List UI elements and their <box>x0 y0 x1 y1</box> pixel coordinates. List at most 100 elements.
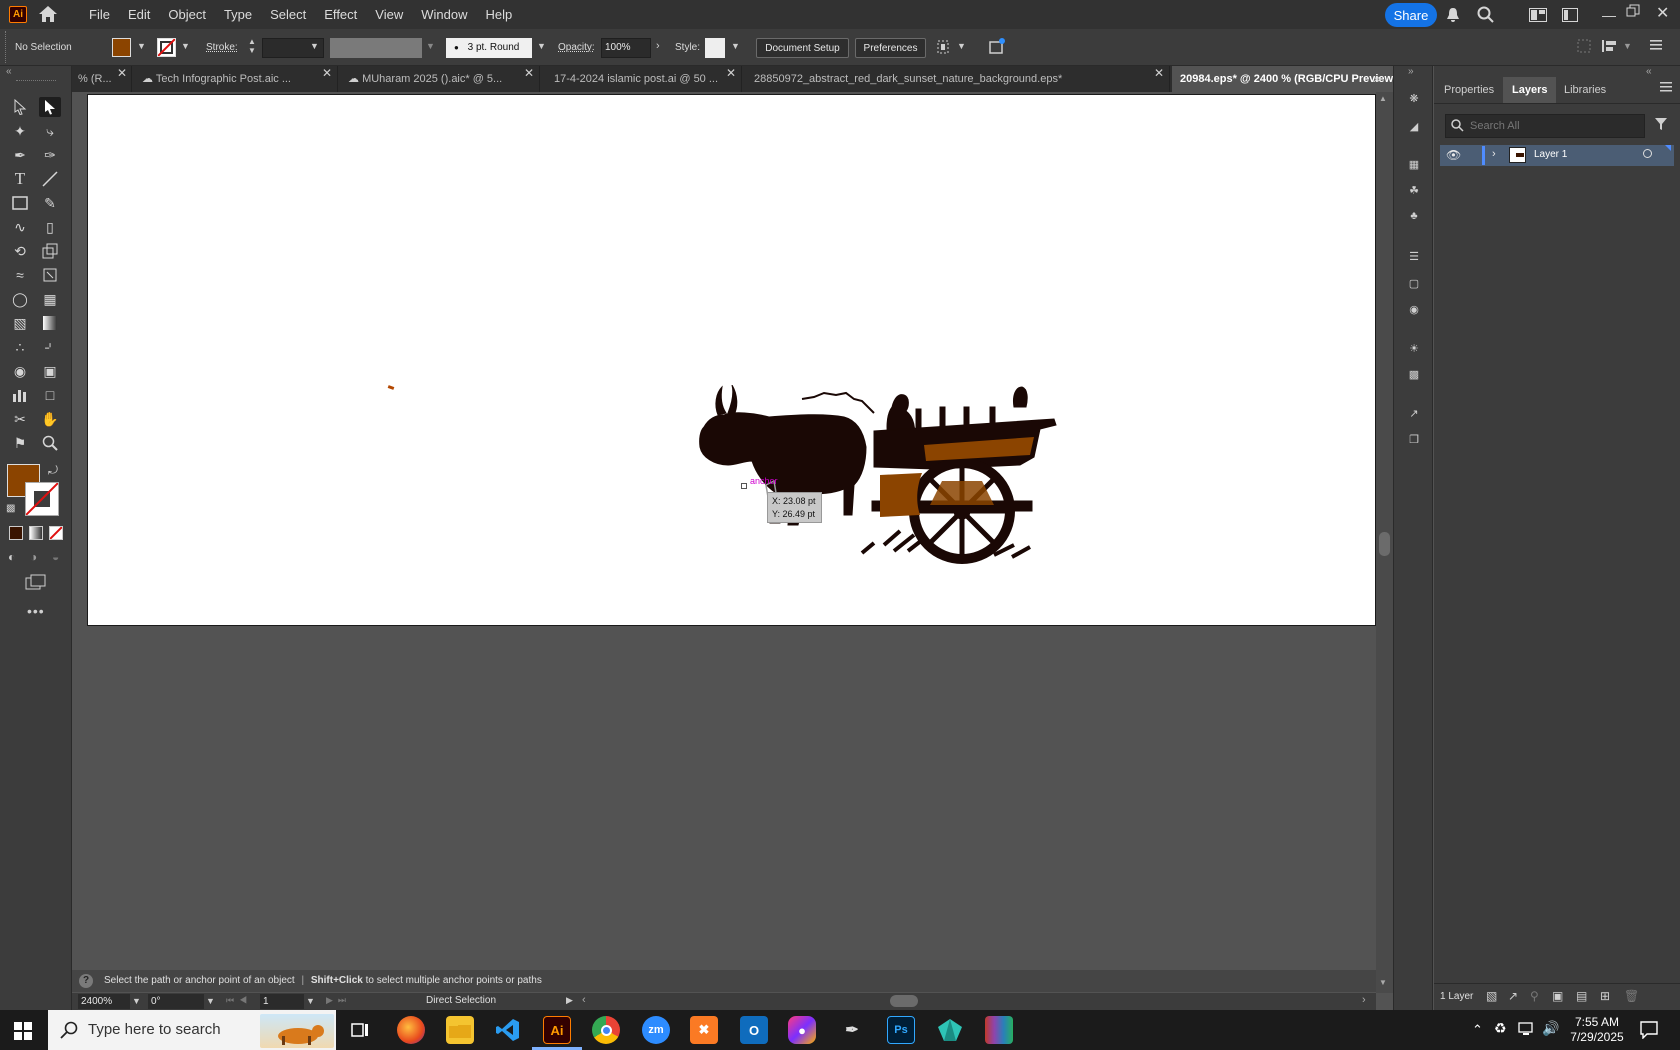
tab-libraries[interactable]: Libraries <box>1555 77 1615 103</box>
arrange-chevron-icon[interactable]: ▼ <box>1623 41 1632 51</box>
visibility-eye-icon[interactable]: 👁 <box>1446 148 1461 162</box>
firefox-app-icon[interactable] <box>397 1016 425 1044</box>
arrange-icon[interactable] <box>1601 38 1619 54</box>
gem-app-icon[interactable] <box>936 1016 964 1044</box>
make-clipping-mask-icon[interactable]: ▣ <box>1552 989 1563 1003</box>
fill-dropdown-chevron-icon[interactable]: ▼ <box>137 41 146 51</box>
mesh-tool-icon[interactable]: ▧ <box>9 313 31 333</box>
clock[interactable]: 7:55 AM 7/29/2025 <box>1566 1015 1628 1045</box>
tab-close-icon[interactable]: ✕ <box>322 66 332 80</box>
chrome-app-icon[interactable] <box>592 1016 620 1044</box>
zoom-chevron-icon[interactable]: ▼ <box>132 996 141 1006</box>
menu-type[interactable]: Type <box>215 0 261 29</box>
document-tab[interactable]: 28850972_abstract_red_dark_sunset_nature… <box>744 66 1170 92</box>
collapse-toolbar-icon[interactable]: « <box>6 66 12 77</box>
locate-object-icon[interactable]: ⚲ <box>1530 989 1539 1003</box>
control-panel-menu-icon[interactable] <box>1649 38 1663 52</box>
task-view-icon[interactable] <box>351 1021 369 1039</box>
selection-tool-icon[interactable] <box>9 97 31 117</box>
stroke-dropdown-chevron-icon[interactable]: ▼ <box>181 41 190 51</box>
stroke-panel-icon[interactable]: ☰ <box>1404 246 1424 266</box>
artboard-chevron-icon[interactable]: ▼ <box>306 996 315 1006</box>
arrange-documents-icon[interactable] <box>1562 8 1578 22</box>
brush-chevron-icon[interactable]: ▼ <box>537 41 546 51</box>
collect-for-export-icon[interactable]: ▧ <box>1486 989 1497 1003</box>
document-setup-button[interactable]: Document Setup <box>756 38 849 58</box>
share-button[interactable]: Share <box>1385 3 1437 27</box>
zoom-level-field[interactable]: 2400% <box>78 994 130 1009</box>
transform-icon[interactable] <box>1577 39 1591 53</box>
gradient-panel-icon[interactable]: ▢ <box>1404 273 1424 293</box>
menu-object[interactable]: Object <box>159 0 215 29</box>
eyedropper-tool-icon[interactable]: ⌏ <box>39 337 61 357</box>
hand-tool-icon[interactable]: ✋ <box>39 409 61 429</box>
delete-layer-icon[interactable]: 🗑 <box>1624 989 1639 1003</box>
scroll-right-icon[interactable]: › <box>1362 994 1366 1006</box>
color-guide-icon[interactable]: ◢ <box>1404 116 1424 136</box>
first-previous-artboard-icon[interactable]: ⏮◀ <box>226 995 252 1006</box>
variable-width-profile[interactable] <box>330 38 422 58</box>
creative-cloud-app-icon[interactable]: ● <box>788 1016 816 1044</box>
fill-swatch[interactable] <box>112 38 131 57</box>
brush-definition-field[interactable]: ● 3 pt. Round <box>446 38 532 58</box>
outlook-app-icon[interactable]: O <box>740 1016 768 1044</box>
zoom-app-icon[interactable]: zm <box>642 1016 670 1044</box>
xampp-app-icon[interactable]: ✖ <box>690 1016 718 1044</box>
artboard[interactable]: anchor X: 23.08 pt Y: 26.49 pt <box>87 94 1376 626</box>
gradient-mode-button[interactable] <box>29 526 43 540</box>
column-graph-tool-icon[interactable] <box>9 385 31 405</box>
menu-view[interactable]: View <box>366 0 412 29</box>
bell-icon[interactable] <box>1446 7 1460 23</box>
document-tab[interactable]: 17-4-2024 islamic post.ai @ 50 ... <box>542 66 742 92</box>
close-window-icon[interactable]: ✕ <box>1656 3 1669 23</box>
file-explorer-app-icon[interactable] <box>446 1016 474 1044</box>
color-mode-button[interactable] <box>9 526 23 540</box>
export-layer-icon[interactable]: ↗ <box>1508 989 1518 1003</box>
symbols-panel-icon[interactable]: ♣ <box>1404 206 1424 226</box>
photoshop-app-icon[interactable]: Ps <box>887 1016 915 1044</box>
stroke-color-swatch[interactable] <box>25 482 59 516</box>
filter-icon[interactable] <box>1654 117 1668 131</box>
home-icon[interactable] <box>37 5 59 23</box>
lasso-tool-icon[interactable]: ⤷ <box>39 121 61 141</box>
notification-center-icon[interactable] <box>1640 1021 1658 1039</box>
pen-tool-icon[interactable]: ✒ <box>9 145 31 165</box>
line-segment-tool-icon[interactable] <box>39 169 61 189</box>
document-tab-active[interactable]: 20984.eps* @ 2400 % (RGB/CPU Preview) <box>1172 66 1422 92</box>
shaper-tool-icon[interactable]: ∿ <box>9 217 31 237</box>
magic-wand-tool-icon[interactable]: ✦ <box>9 121 31 141</box>
pen-tool-app-icon[interactable]: ✒ <box>838 1016 866 1044</box>
show-hidden-icons-icon[interactable]: ⌃ <box>1472 1022 1483 1038</box>
anchor-point-handle[interactable] <box>741 483 747 489</box>
tab-properties[interactable]: Properties <box>1435 77 1503 103</box>
paintbrush-tool-icon[interactable]: ✎ <box>39 193 61 213</box>
next-last-artboard-icon[interactable]: ▶⏭ <box>326 995 351 1006</box>
vertical-scrollbar[interactable]: ▲ ▼ <box>1376 92 1393 993</box>
draw-normal-icon[interactable]: ◐ <box>8 550 15 564</box>
vertical-scroll-thumb[interactable] <box>1379 532 1390 556</box>
puppet-warp-tool-icon[interactable]: ⚑ <box>9 433 31 453</box>
scroll-left-icon[interactable]: ‹ <box>582 994 586 1006</box>
blend-tool-icon[interactable]: ∴ <box>9 337 31 357</box>
graphic-style-swatch[interactable] <box>705 38 725 58</box>
illustrator-app-icon[interactable]: Ai <box>543 1016 571 1044</box>
default-fill-stroke-icon[interactable]: ▩ <box>6 503 15 514</box>
type-tool-icon[interactable]: T <box>9 169 31 189</box>
stroke-weight-chevron-icon[interactable]: ▼ <box>310 41 319 51</box>
tab-close-icon[interactable]: ✕ <box>726 66 736 80</box>
opacity-field[interactable]: 100% <box>601 38 651 58</box>
minimize-icon[interactable]: — <box>1602 7 1616 23</box>
menu-edit[interactable]: Edit <box>119 0 159 29</box>
sync-status-icon[interactable]: ♻ <box>1494 1020 1507 1037</box>
appearance-panel-icon[interactable]: ☀ <box>1404 338 1424 358</box>
volume-icon[interactable]: 🔊 <box>1542 1020 1559 1037</box>
artboards-panel-icon[interactable]: ❐ <box>1404 429 1424 449</box>
menu-file[interactable]: File <box>80 0 119 29</box>
panel-menu-icon[interactable] <box>1660 82 1672 92</box>
screen-mode-icon[interactable] <box>25 574 47 590</box>
align-chevron-icon[interactable]: ▼ <box>957 41 966 51</box>
tab-close-icon[interactable]: ✕ <box>1154 66 1164 80</box>
vscode-app-icon[interactable] <box>494 1016 522 1044</box>
collapse-panel-icon[interactable]: « <box>1646 66 1652 77</box>
swap-fill-stroke-icon[interactable]: ⤾ <box>48 463 58 478</box>
